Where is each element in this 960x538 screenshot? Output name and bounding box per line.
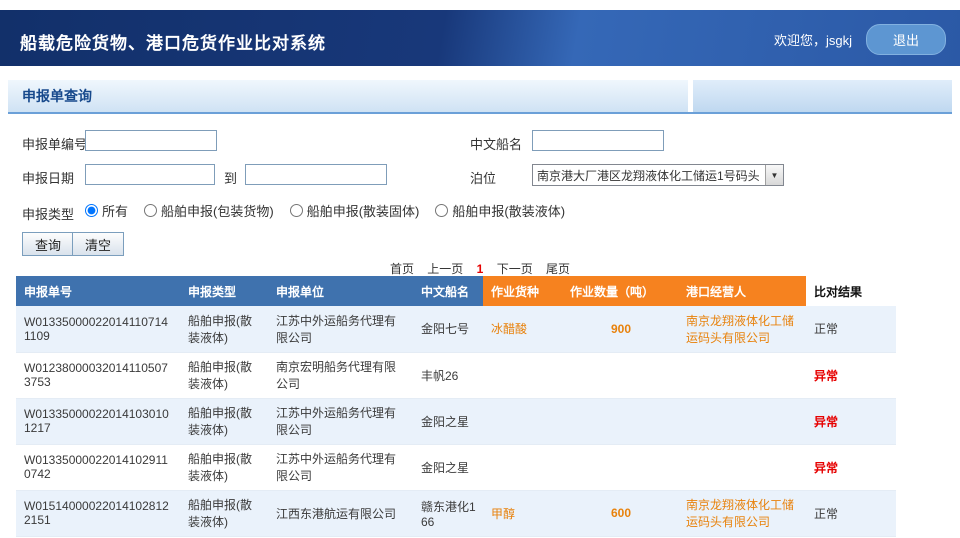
cell-compare-result: 正常 (806, 490, 896, 536)
cell-cargo-type (483, 352, 562, 398)
pagination-next[interactable]: 下一页 (497, 262, 533, 276)
pagination: 首页 上一页 1 下一页 尾页 (0, 260, 960, 276)
pagination-prev[interactable]: 上一页 (427, 262, 463, 276)
radio-packaged-goods-input[interactable] (144, 204, 157, 217)
cell-ship-name: 金阳之星 (413, 444, 483, 490)
query-button[interactable]: 查询 (22, 232, 74, 256)
cell-compare-result: 异常 (806, 398, 896, 444)
table-row: W013350000220141029110742 船舶申报(散装液体) 江苏中… (16, 444, 896, 490)
table-row: W013350000220141030101217 船舶申报(散装液体) 江苏中… (16, 398, 896, 444)
radio-bulk-solid-input[interactable] (290, 204, 303, 217)
cell-declaration-no: W015140000220141028122151 (16, 490, 180, 536)
cell-declaration-unit: 江苏中外运船务代理有限公司 (268, 398, 413, 444)
cell-cargo-qty (562, 352, 678, 398)
date-to-label: 到 (224, 168, 237, 187)
cell-declaration-unit: 江西东港航运有限公司 (268, 490, 413, 536)
chevron-down-icon[interactable]: ▼ (765, 165, 783, 185)
cell-ship-name: 赣东港化166 (413, 490, 483, 536)
cell-declaration-no: W013350000220141029110742 (16, 444, 180, 490)
cell-cargo-type: 甲醇 (483, 490, 562, 536)
radio-packaged-goods-label: 船舶申报(包装货物) (161, 201, 274, 220)
query-form: 申报单编号 中文船名 申报日期 到 泊位 南京港大厂港区龙翔液体化工储运1号码头… (0, 114, 960, 260)
cell-cargo-type: 冰醋酸 (483, 306, 562, 352)
declaration-no-input[interactable] (85, 130, 217, 151)
section-right-decoration (688, 80, 952, 112)
radio-bulk-solid-label: 船舶申报(散装固体) (307, 201, 420, 220)
table-row: W013350000220141107141109 船舶申报(散装液体) 江苏中… (16, 306, 896, 352)
cell-port-operator (678, 352, 806, 398)
pagination-first[interactable]: 首页 (390, 262, 414, 276)
berth-select[interactable]: 南京港大厂港区龙翔液体化工储运1号码头 ▼ (532, 164, 784, 186)
declaration-result-table: 申报单号 申报类型 申报单位 中文船名 作业货种 作业数量（吨） 港口经营人 比… (16, 276, 896, 537)
cell-compare-result: 正常 (806, 306, 896, 352)
cell-declaration-no: W013350000220141107141109 (16, 306, 180, 352)
header-port-operator: 港口经营人 (678, 276, 806, 306)
declaration-type-label: 申报类型 (22, 204, 74, 223)
cell-declaration-unit: 南京宏明船务代理有限公司 (268, 352, 413, 398)
declaration-type-radio-group: 所有 船舶申报(包装货物) 船舶申报(散装固体) 船舶申报(散装液体) (85, 201, 581, 220)
page-title: 申报单查询 (8, 86, 92, 106)
cell-cargo-type (483, 444, 562, 490)
header-cargo-qty: 作业数量（吨） (562, 276, 678, 306)
cell-declaration-type: 船舶申报(散装液体) (180, 306, 268, 352)
declaration-date-label: 申报日期 (22, 168, 74, 187)
header-declaration-no: 申报单号 (16, 276, 180, 306)
section-header-bar: 申报单查询 (8, 80, 952, 114)
logout-button[interactable]: 退出 (866, 24, 946, 55)
header-declaration-type: 申报类型 (180, 276, 268, 306)
date-to-input[interactable] (245, 164, 387, 185)
top-header-bar: 船载危险货物、港口危货作业比对系统 欢迎您，jsgkj 退出 (0, 10, 960, 66)
cell-port-operator (678, 398, 806, 444)
table-row: W015140000220141028122151 船舶申报(散装液体) 江西东… (16, 490, 896, 536)
pagination-current-page: 1 (477, 262, 484, 276)
radio-bulk-solid[interactable]: 船舶申报(散装固体) (290, 201, 420, 220)
radio-bulk-liquid-label: 船舶申报(散装液体) (452, 201, 565, 220)
user-area: 欢迎您，jsgkj 退出 (774, 24, 946, 55)
cell-port-operator: 南京龙翔液体化工储运码头有限公司 (678, 306, 806, 352)
cell-declaration-type: 船舶申报(散装液体) (180, 444, 268, 490)
radio-all-input[interactable] (85, 204, 98, 217)
cell-declaration-unit: 江苏中外运船务代理有限公司 (268, 306, 413, 352)
radio-packaged-goods[interactable]: 船舶申报(包装货物) (144, 201, 274, 220)
cell-cargo-qty: 900 (562, 306, 678, 352)
cell-ship-name: 金阳之星 (413, 398, 483, 444)
radio-bulk-liquid-input[interactable] (435, 204, 448, 217)
berth-selected-value: 南京港大厂港区龙翔液体化工储运1号码头 (533, 167, 765, 184)
table-row: W012380000320141105073753 船舶申报(散装液体) 南京宏… (16, 352, 896, 398)
cell-port-operator: 南京龙翔液体化工储运码头有限公司 (678, 490, 806, 536)
cell-cargo-qty (562, 444, 678, 490)
cell-cargo-qty (562, 398, 678, 444)
header-ship-name: 中文船名 (413, 276, 483, 306)
cell-compare-result: 异常 (806, 352, 896, 398)
cell-cargo-type (483, 398, 562, 444)
welcome-text: 欢迎您，jsgkj (774, 30, 852, 49)
header-declaration-unit: 申报单位 (268, 276, 413, 306)
cell-ship-name: 丰帆26 (413, 352, 483, 398)
cell-cargo-qty: 600 (562, 490, 678, 536)
cell-declaration-type: 船舶申报(散装液体) (180, 352, 268, 398)
declaration-no-label: 申报单编号 (22, 134, 87, 153)
berth-label: 泊位 (470, 168, 496, 187)
header-compare-result: 比对结果 (806, 276, 896, 306)
radio-all[interactable]: 所有 (85, 201, 128, 220)
cell-declaration-no: W012380000320141105073753 (16, 352, 180, 398)
cell-declaration-unit: 江苏中外运船务代理有限公司 (268, 444, 413, 490)
cell-compare-result: 异常 (806, 444, 896, 490)
table-header-row: 申报单号 申报类型 申报单位 中文船名 作业货种 作业数量（吨） 港口经营人 比… (16, 276, 896, 306)
cell-declaration-type: 船舶申报(散装液体) (180, 398, 268, 444)
radio-bulk-liquid[interactable]: 船舶申报(散装液体) (435, 201, 565, 220)
clear-button[interactable]: 清空 (72, 232, 124, 256)
cell-port-operator (678, 444, 806, 490)
cell-declaration-no: W013350000220141030101217 (16, 398, 180, 444)
date-from-input[interactable] (85, 164, 215, 185)
cell-ship-name: 金阳七号 (413, 306, 483, 352)
radio-all-label: 所有 (102, 201, 128, 220)
cell-declaration-type: 船舶申报(散装液体) (180, 490, 268, 536)
ship-name-input[interactable] (532, 130, 664, 151)
header-cargo-type: 作业货种 (483, 276, 562, 306)
pagination-last[interactable]: 尾页 (546, 262, 570, 276)
ship-name-label: 中文船名 (470, 134, 522, 153)
